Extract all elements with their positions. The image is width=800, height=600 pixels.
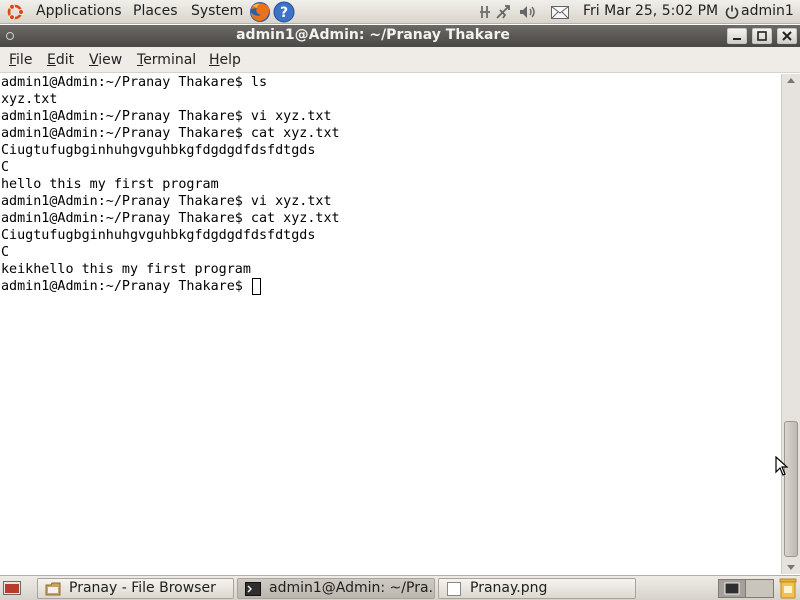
minimize-button[interactable] — [727, 28, 747, 44]
bottom-panel: Pranay - File Browser admin1@Admin: ~/Pr… — [0, 575, 800, 600]
task-image-viewer[interactable]: Pranay.png — [438, 578, 636, 599]
terminal-line: C — [1, 160, 10, 175]
scrollbar-thumb[interactable] — [784, 421, 798, 557]
scroll-up-icon[interactable] — [787, 78, 795, 83]
menu-terminal[interactable]: Terminal — [137, 47, 196, 73]
firefox-icon[interactable] — [248, 0, 272, 24]
mouse-pointer-icon — [775, 456, 789, 476]
terminal-line: admin1@Admin:~/Pranay Thakare$ cat xyz.t… — [1, 126, 340, 141]
terminal-icon — [724, 582, 740, 595]
trash-icon[interactable] — [778, 577, 798, 599]
terminal-prompt: admin1@Admin:~/Pranay Thakare$ — [1, 279, 251, 294]
minimize-icon — [733, 38, 741, 40]
menu-bar: File Edit View Terminal Help — [0, 47, 800, 73]
ubuntu-logo-icon[interactable] — [5, 2, 25, 22]
menu-view[interactable]: View — [89, 47, 122, 73]
terminal-prompt-line[interactable]: admin1@Admin:~/Pranay Thakare$ — [1, 278, 340, 295]
terminal-line: keikhello this my first program — [1, 262, 251, 277]
terminal-line: xyz.txt — [1, 92, 58, 107]
network-icon[interactable] — [480, 5, 490, 19]
terminal-line: admin1@Admin:~/Pranay Thakare$ ls — [1, 75, 268, 90]
user-menu[interactable]: admin1 — [741, 0, 794, 24]
window-title: admin1@Admin: ~/Pranay Thakare — [236, 27, 510, 43]
power-icon[interactable] — [725, 5, 739, 19]
workspace-2[interactable] — [746, 579, 774, 598]
terminal-line: admin1@Admin:~/Pranay Thakare$ vi xyz.tx… — [1, 194, 332, 209]
task-label: Pranay.png — [470, 580, 548, 596]
workspace-1[interactable] — [718, 579, 746, 598]
text-cursor — [251, 278, 261, 295]
close-icon — [782, 31, 792, 41]
places-menu[interactable]: Places — [133, 0, 178, 24]
terminal-output[interactable]: admin1@Admin:~/Pranay Thakare$ ls xyz.tx… — [0, 74, 781, 574]
menu-help[interactable]: Help — [209, 47, 241, 73]
menu-file[interactable]: File — [9, 47, 32, 73]
terminal-lines: admin1@Admin:~/Pranay Thakare$ ls xyz.tx… — [1, 74, 340, 295]
task-label: admin1@Admin: ~/Pra... — [269, 580, 435, 596]
terminal-line: C — [1, 245, 10, 260]
maximize-icon — [757, 31, 767, 41]
image-file-icon — [447, 582, 461, 596]
close-button[interactable] — [777, 28, 797, 44]
applications-menu[interactable]: Applications — [36, 0, 122, 24]
task-terminal[interactable]: admin1@Admin: ~/Pra... — [237, 578, 435, 599]
vertical-scrollbar[interactable] — [781, 74, 800, 574]
volume-icon[interactable] — [519, 5, 537, 19]
mail-icon[interactable] — [551, 6, 569, 19]
bluetooth-icon[interactable] — [495, 4, 511, 20]
task-file-browser[interactable]: Pranay - File Browser — [37, 578, 234, 599]
show-desktop-icon[interactable] — [3, 580, 21, 596]
terminal-line: admin1@Admin:~/Pranay Thakare$ cat xyz.t… — [1, 211, 340, 226]
system-menu[interactable]: System — [191, 0, 243, 24]
maximize-button[interactable] — [752, 28, 772, 44]
svg-text:?: ? — [280, 5, 288, 21]
top-panel: Applications Places System ? Fri Mar 25,… — [0, 0, 800, 24]
terminal-line: admin1@Admin:~/Pranay Thakare$ vi xyz.tx… — [1, 109, 332, 124]
task-label: Pranay - File Browser — [69, 580, 216, 596]
window-titlebar[interactable]: admin1@Admin: ~/Pranay Thakare — [0, 25, 800, 47]
scroll-down-icon[interactable] — [787, 565, 795, 570]
terminal-line: Ciugtufugbginhuhgvguhbkgfdgdgdfdsfdtgds — [1, 228, 316, 243]
folder-icon — [45, 582, 61, 596]
clock[interactable]: Fri Mar 25, 5:02 PM — [583, 0, 718, 24]
menu-edit[interactable]: Edit — [47, 47, 74, 73]
terminal-line: hello this my first program — [1, 177, 219, 192]
terminal-line: Ciugtufugbginhuhgvguhbkgfdgdgdfdsfdtgds — [1, 143, 316, 158]
terminal-icon — [245, 582, 261, 596]
help-icon[interactable]: ? — [273, 1, 295, 23]
